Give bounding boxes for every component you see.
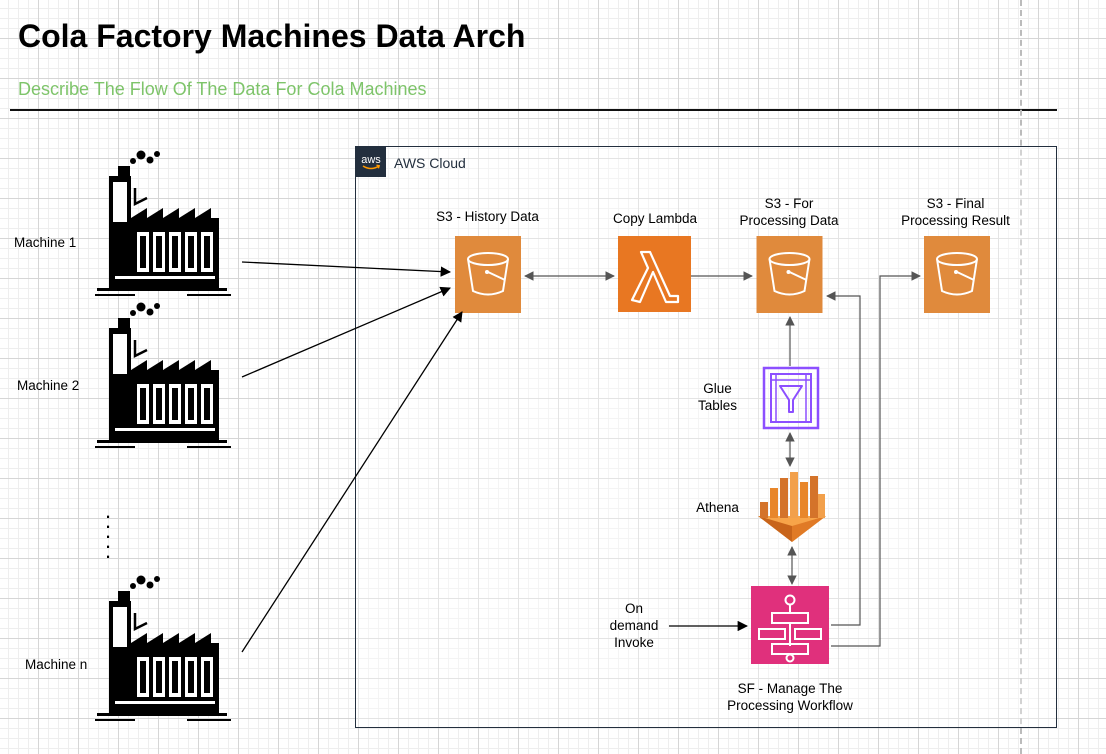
s3-history-label: S3 - History Data [436, 209, 539, 224]
s3-bucket-icon [756, 236, 823, 313]
s3-processing-label: S3 - For Processing Data [739, 196, 839, 228]
s3-final-label: S3 - Final Processing Result [901, 196, 1010, 228]
step-functions-workflow[interactable] [751, 586, 829, 664]
machine-n-label: Machine n [25, 657, 88, 672]
aws-cloud-label: AWS Cloud [394, 155, 466, 171]
factory-icon[interactable] [95, 573, 235, 723]
athena-icon [758, 472, 826, 542]
header-divider [10, 109, 1057, 111]
glue-tables[interactable] [762, 366, 820, 430]
svg-text:aws: aws [361, 154, 381, 166]
factory-icon[interactable] [95, 300, 235, 450]
machine-2-label: Machine 2 [17, 378, 80, 393]
aws-logo-icon: aws [356, 147, 386, 177]
glue-tables-label: Glue Tables [697, 381, 738, 413]
factory-icon[interactable] [95, 148, 235, 298]
s3-final-bucket[interactable] [924, 236, 990, 313]
aws-cloud-group[interactable]: aws AWS Cloud [355, 146, 1057, 728]
step-functions-icon [751, 586, 829, 664]
s3-bucket-icon [924, 236, 990, 313]
s3-history-bucket[interactable] [455, 236, 521, 313]
lambda-icon [618, 236, 691, 312]
s3-bucket-icon [455, 236, 521, 313]
copy-lambda-label: Copy Lambda [612, 211, 698, 226]
on-demand-invoke-label: On demand Invoke [609, 601, 659, 650]
athena-service[interactable] [756, 468, 828, 544]
glue-data-catalog-icon [762, 366, 820, 430]
page-title: Cola Factory Machines Data Arch [18, 18, 526, 54]
athena-label: Athena [696, 500, 739, 515]
more-machines-ellipsis: . . . . . [104, 498, 112, 563]
machine-1-label: Machine 1 [14, 235, 77, 250]
step-functions-label: SF - Manage The Processing Workflow [727, 681, 853, 713]
copy-lambda-function[interactable] [618, 236, 691, 312]
page-subtitle: Describe The Flow Of The Data For Cola M… [18, 79, 427, 99]
s3-processing-bucket[interactable] [756, 236, 823, 313]
